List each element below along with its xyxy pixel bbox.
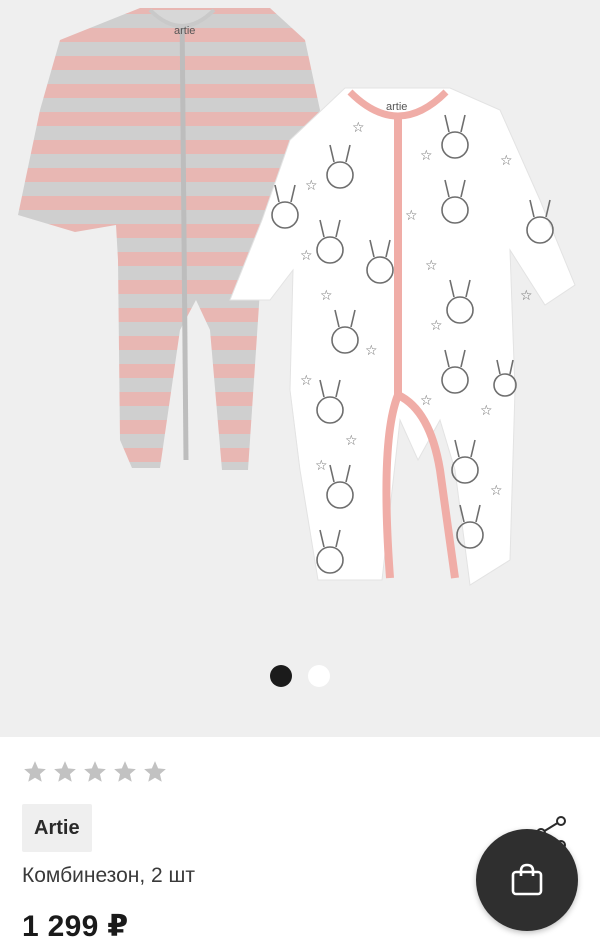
svg-text:☆: ☆ xyxy=(352,120,365,136)
star-icon xyxy=(144,761,166,782)
rating-stars[interactable] xyxy=(22,759,168,785)
star-icon xyxy=(84,761,106,782)
svg-text:☆: ☆ xyxy=(490,483,503,499)
svg-text:☆: ☆ xyxy=(300,373,313,389)
svg-text:☆: ☆ xyxy=(430,318,443,334)
slide-indicator xyxy=(0,665,600,687)
svg-text:☆: ☆ xyxy=(425,258,438,274)
svg-text:☆: ☆ xyxy=(300,248,313,264)
svg-text:artie: artie xyxy=(174,25,195,37)
svg-text:☆: ☆ xyxy=(500,153,513,169)
product-price: 1 299 ₽ xyxy=(22,910,129,943)
star-icon xyxy=(114,761,136,782)
slide-dot[interactable] xyxy=(308,665,330,687)
svg-text:☆: ☆ xyxy=(305,178,318,194)
product-title: Комбинезон, 2 шт xyxy=(22,864,196,887)
svg-text:☆: ☆ xyxy=(520,288,533,304)
product-gallery[interactable]: artie artie ☆ ☆ ☆ ☆ ☆ ☆ ☆ ☆ ☆ ☆ ☆ ☆ ☆ ☆ … xyxy=(0,0,600,737)
bunny-romper: artie ☆ ☆ ☆ ☆ ☆☆ ☆☆☆ ☆☆☆ ☆☆☆ ☆☆ xyxy=(229,87,576,586)
star-icon xyxy=(24,761,46,782)
add-to-cart-button[interactable] xyxy=(476,829,578,931)
svg-text:☆: ☆ xyxy=(480,403,493,419)
svg-text:artie: artie xyxy=(386,101,407,113)
star-icon xyxy=(54,761,76,782)
slide-dot-active[interactable] xyxy=(270,665,292,687)
svg-text:☆: ☆ xyxy=(320,288,333,304)
brand-badge[interactable]: Artie xyxy=(22,804,92,852)
svg-text:☆: ☆ xyxy=(345,433,358,449)
svg-text:☆: ☆ xyxy=(315,458,328,474)
product-photo: artie artie ☆☆☆ ☆☆☆ ☆☆☆ ☆☆☆ ☆☆☆ ☆☆ xyxy=(18,8,576,586)
svg-text:☆: ☆ xyxy=(420,148,433,164)
svg-text:☆: ☆ xyxy=(405,208,418,224)
svg-text:☆: ☆ xyxy=(365,343,378,359)
shopping-bag-icon xyxy=(511,863,543,896)
svg-text:☆: ☆ xyxy=(420,393,433,409)
